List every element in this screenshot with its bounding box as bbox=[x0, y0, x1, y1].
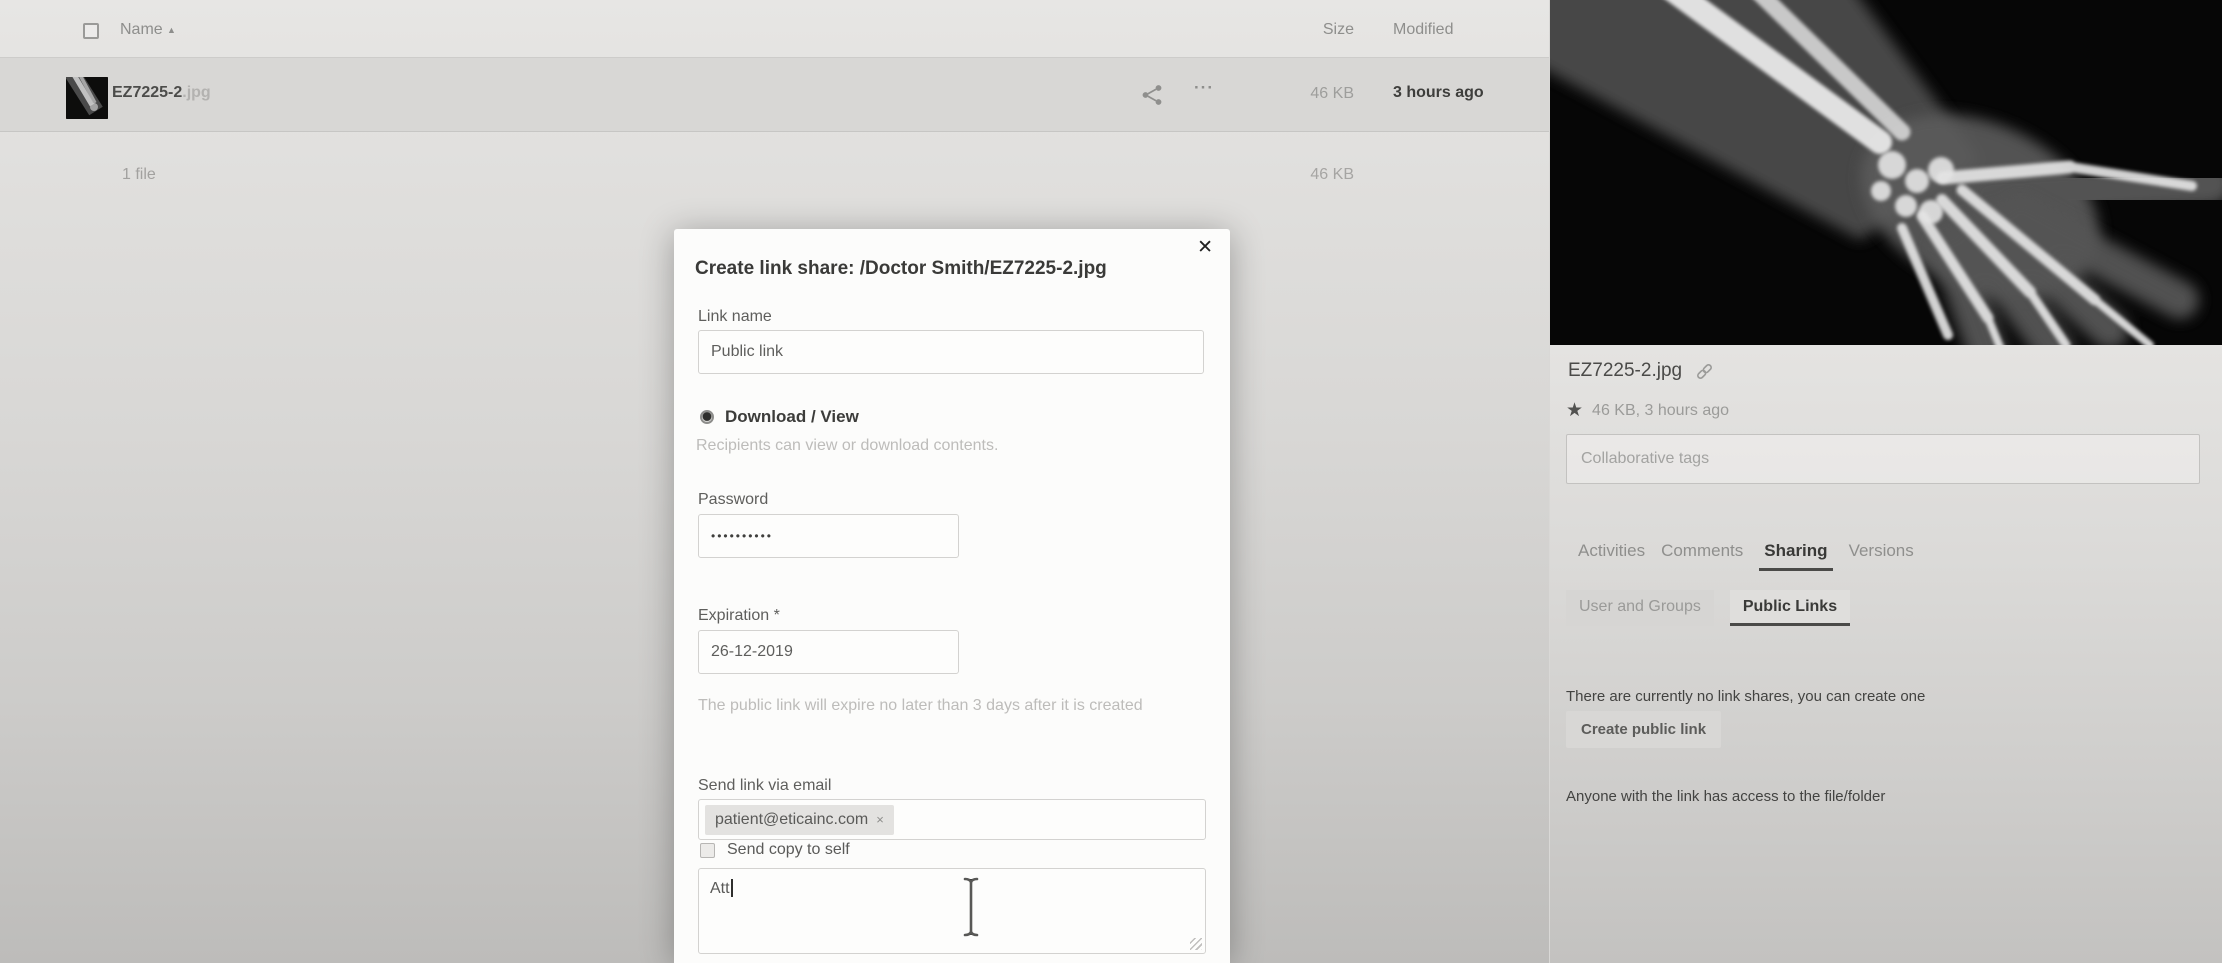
link-name-label: Link name bbox=[698, 308, 772, 325]
file-thumbnail-xray bbox=[66, 77, 108, 119]
link-name-input[interactable] bbox=[698, 330, 1204, 374]
dialog-title: Create link share: /Doctor Smith/EZ7225-… bbox=[695, 258, 1107, 279]
send-email-label: Send link via email bbox=[698, 777, 832, 794]
collaborative-tags-input[interactable] bbox=[1566, 434, 2200, 484]
table-row[interactable]: EZ7225-2.jpg ··· 46 KB 3 hours ago bbox=[0, 58, 1549, 132]
file-name: EZ7225-2.jpg bbox=[112, 84, 211, 101]
sidebar-file-header: EZ7225-2.jpg bbox=[1568, 360, 1715, 382]
details-sidebar: EZ7225-2.jpg ★ 46 KB, 3 hours ago Activi… bbox=[1549, 0, 2222, 963]
expiration-label: Expiration * bbox=[698, 607, 780, 624]
subtab-public-links[interactable]: Public Links bbox=[1729, 590, 1851, 626]
resize-handle[interactable] bbox=[1190, 938, 1202, 950]
download-view-radio-row[interactable]: Download / View bbox=[700, 407, 859, 427]
more-actions-icon[interactable]: ··· bbox=[1194, 78, 1214, 98]
file-size: 46 KB bbox=[1310, 85, 1354, 102]
file-list-header: Name ▲ Size Modified bbox=[0, 0, 1549, 58]
select-all-checkbox[interactable] bbox=[83, 23, 99, 39]
favorite-star-icon[interactable]: ★ bbox=[1566, 401, 1583, 420]
text-caret bbox=[730, 879, 733, 897]
tab-activities[interactable]: Activities bbox=[1578, 541, 1645, 571]
radio-selected-icon[interactable] bbox=[700, 410, 714, 424]
message-text: Att bbox=[710, 879, 733, 898]
expiration-date-input[interactable] bbox=[698, 630, 959, 674]
file-modified: 3 hours ago bbox=[1393, 84, 1484, 101]
email-message-textarea[interactable]: Att bbox=[698, 868, 1206, 954]
permission-help-text: Recipients can view or download contents… bbox=[696, 437, 999, 454]
sidebar-file-name: EZ7225-2.jpg bbox=[1568, 360, 1683, 381]
column-header-name[interactable]: Name bbox=[120, 21, 163, 39]
file-count-summary: 1 file bbox=[122, 166, 156, 183]
email-recipient-chip: patient@eticainc.com × bbox=[705, 804, 894, 835]
password-label: Password bbox=[698, 491, 769, 508]
share-icon[interactable] bbox=[1140, 83, 1164, 107]
checkbox-unchecked-icon[interactable] bbox=[700, 842, 715, 858]
create-link-share-dialog: ✕ Create link share: /Doctor Smith/EZ722… bbox=[674, 229, 1230, 963]
sidebar-file-meta: ★ 46 KB, 3 hours ago bbox=[1566, 401, 1729, 420]
tab-versions[interactable]: Versions bbox=[1849, 541, 1914, 571]
send-copy-checkbox-row[interactable]: Send copy to self bbox=[700, 841, 850, 859]
send-copy-label: Send copy to self bbox=[727, 841, 850, 858]
tab-comments[interactable]: Comments bbox=[1661, 541, 1743, 571]
no-link-shares-text: There are currently no link shares, you … bbox=[1566, 688, 1926, 705]
link-access-note: Anyone with the link has access to the f… bbox=[1566, 788, 1886, 805]
permission-label: Download / View bbox=[725, 407, 859, 426]
email-chip-text: patient@eticainc.com bbox=[715, 810, 869, 828]
app-window: Name ▲ Size Modified EZ7225-2.jpg ··· 46… bbox=[0, 0, 2222, 963]
file-meta-text: 46 KB, 3 hours ago bbox=[1592, 401, 1730, 419]
total-size-summary: 46 KB bbox=[1310, 166, 1354, 183]
column-header-modified[interactable]: Modified bbox=[1393, 21, 1453, 39]
sort-ascending-icon[interactable]: ▲ bbox=[167, 25, 176, 35]
file-extension: .jpg bbox=[182, 84, 211, 101]
subtab-user-and-groups[interactable]: User and Groups bbox=[1566, 590, 1714, 626]
password-input[interactable] bbox=[698, 514, 959, 558]
expiration-help-text: The public link will expire no later tha… bbox=[698, 697, 1143, 714]
xray-preview-image bbox=[1550, 0, 2222, 345]
sharing-subtabs: User and Groups Public Links bbox=[1566, 590, 1851, 626]
create-public-link-button[interactable]: Create public link bbox=[1566, 711, 1722, 748]
mouse-cursor-ibeam bbox=[962, 876, 980, 938]
remove-recipient-icon[interactable]: × bbox=[876, 813, 884, 826]
column-header-size[interactable]: Size bbox=[1268, 21, 1354, 39]
close-icon[interactable]: ✕ bbox=[1197, 238, 1213, 257]
link-icon[interactable] bbox=[1694, 361, 1715, 382]
tab-sharing[interactable]: Sharing bbox=[1759, 541, 1833, 571]
sidebar-tabs: Activities Comments Sharing Versions bbox=[1578, 541, 1914, 571]
email-recipients-input[interactable]: patient@eticainc.com × bbox=[698, 799, 1206, 840]
